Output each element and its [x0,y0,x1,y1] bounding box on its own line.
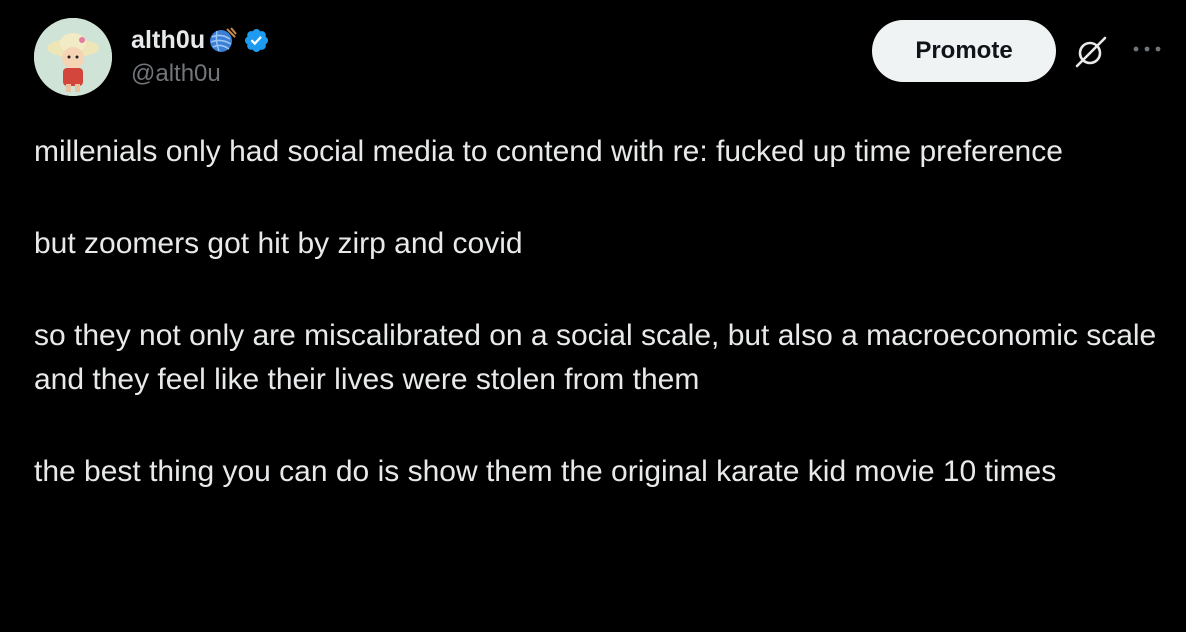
tweet-paragraph: the best thing you can do is show them t… [34,455,1057,488]
author-name-row: alth0u [131,22,270,58]
tweet-paragraph: millenials only had social media to cont… [34,135,1063,168]
author-display-name[interactable]: alth0u [131,26,205,55]
tweet-paragraph: but zoomers got hit by zirp and covid [34,227,523,260]
author-handle[interactable]: @alth0u [131,60,221,88]
verified-badge-icon[interactable] [243,27,270,54]
tweet-card: alth0u @alth0u Promote millenials only h… [0,0,1186,632]
more-options-icon[interactable] [1130,38,1164,60]
tweet-paragraph: so they not only are miscalibrated on a … [34,319,1165,396]
grok-icon[interactable] [1072,33,1110,71]
promote-button[interactable]: Promote [872,20,1056,82]
avatar-image-icon [34,18,112,96]
avatar[interactable] [34,18,112,96]
tweet-text: millenials only had social media to cont… [34,130,1174,494]
yarn-ball-icon [207,25,238,55]
